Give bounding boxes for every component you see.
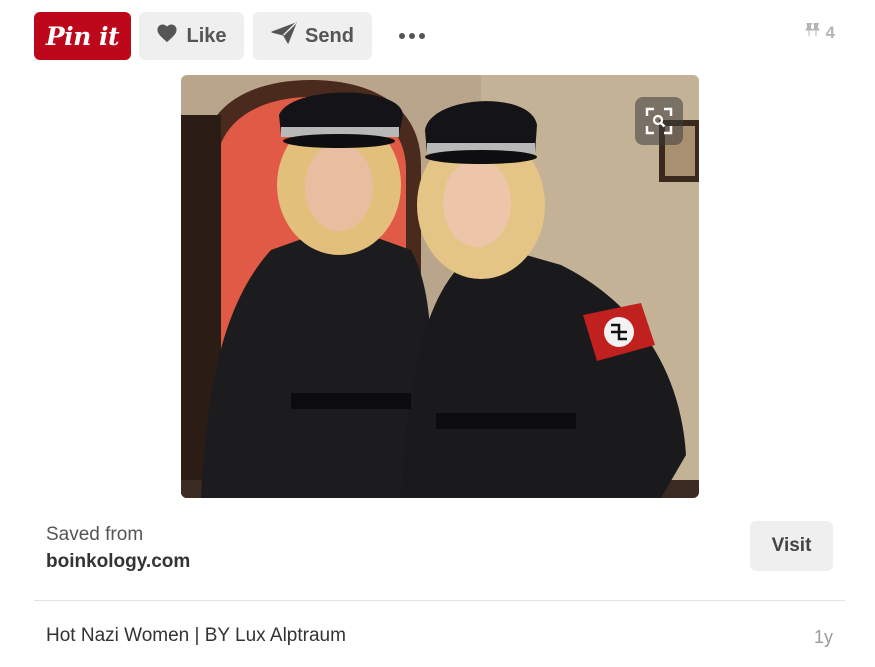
ellipsis-dot [409, 33, 415, 39]
like-button[interactable]: Like [139, 12, 244, 60]
pin-title: Hot Nazi Women | BY Lux Alptraum [46, 625, 346, 646]
pin-closeup: Pin it Like Send 4 Saved from boinkology… [0, 0, 875, 667]
saved-from-label: Saved from [46, 524, 144, 545]
ellipsis-dot [419, 33, 425, 39]
divider [34, 600, 845, 601]
like-label: Like [186, 24, 227, 47]
send-label: Send [305, 24, 354, 47]
paper-plane-icon [271, 22, 297, 50]
visual-search-icon[interactable] [635, 97, 683, 145]
pin-it-button[interactable]: Pin it [34, 12, 131, 60]
pin-action-bar: Pin it Like Send 4 [34, 12, 835, 60]
pushpin-icon [804, 22, 822, 43]
visit-button[interactable]: Visit [750, 521, 833, 571]
visit-label: Visit [771, 535, 812, 556]
ellipsis-icon [399, 33, 405, 39]
source-info: Saved from boinkology.com [46, 523, 190, 575]
pin-age: 1y [813, 627, 833, 647]
repin-count: 4 [804, 22, 835, 43]
heart-icon [156, 23, 178, 49]
pin-it-label: Pin it [45, 21, 120, 51]
more-options-button[interactable] [390, 22, 434, 50]
send-button[interactable]: Send [253, 12, 372, 60]
repin-count-value: 4 [825, 22, 835, 42]
source-domain-link[interactable]: boinkology.com [46, 549, 190, 575]
pin-image[interactable] [181, 75, 699, 498]
